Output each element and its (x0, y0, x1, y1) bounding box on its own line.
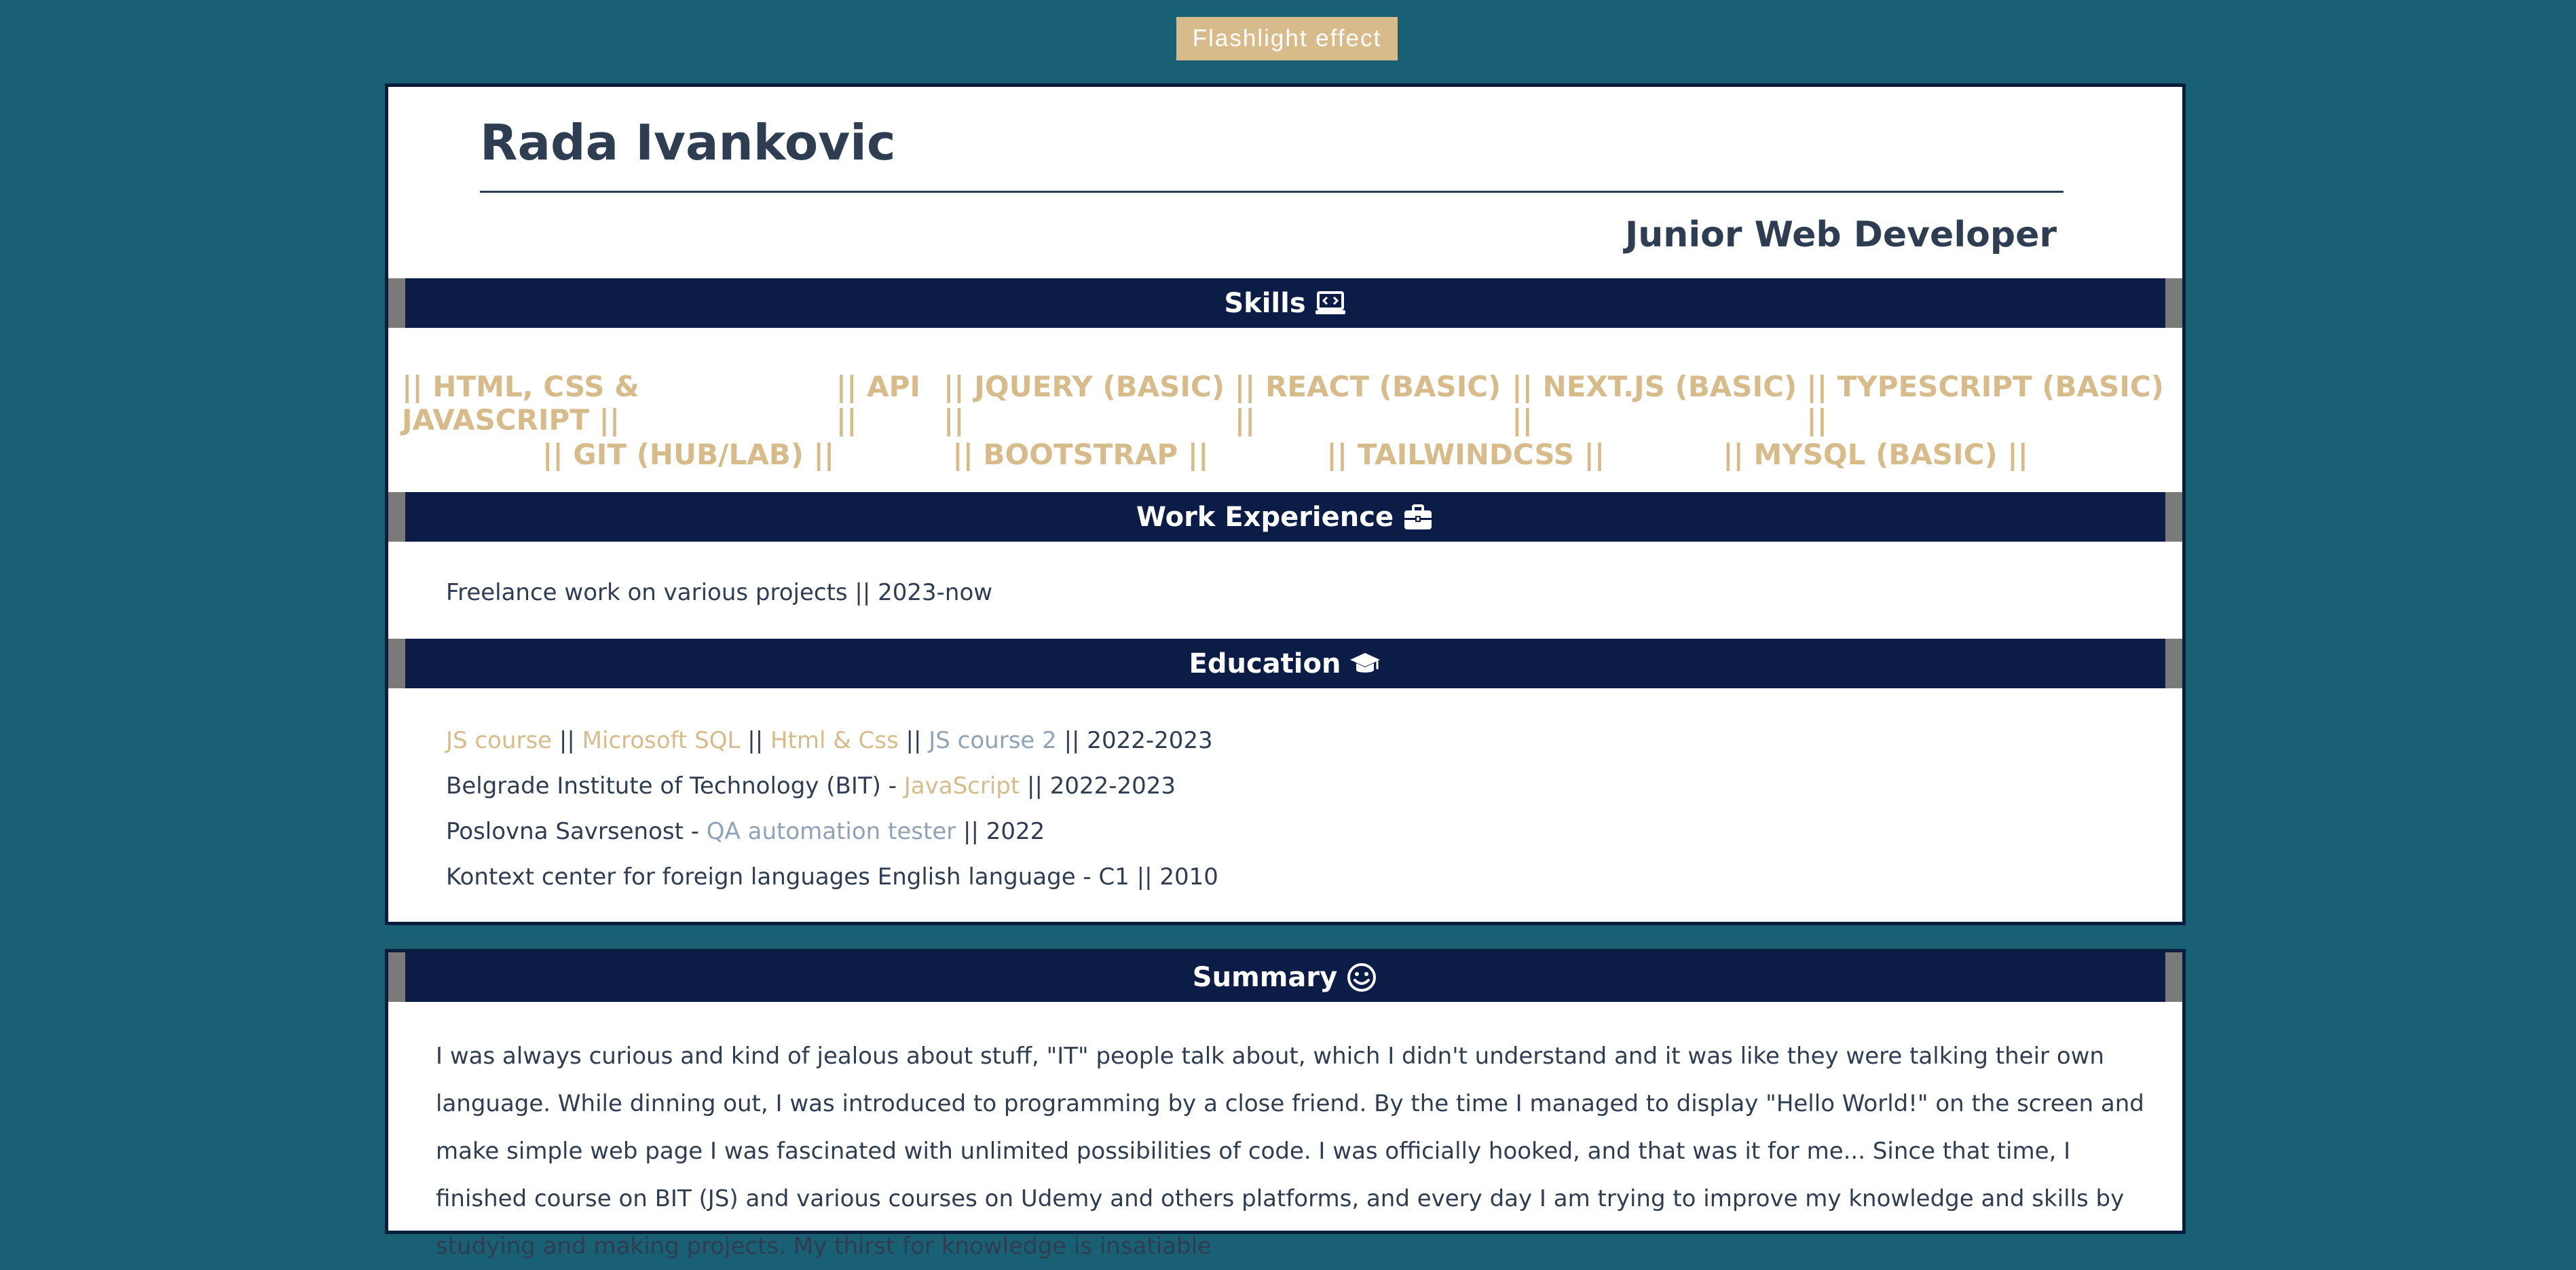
person-name: Rada Ivankovic (480, 114, 896, 171)
education-entry-qa: Poslovna Savrsenost - QA automation test… (446, 818, 1045, 845)
skill-item: || BOOTSTRAP || (952, 438, 1209, 471)
education-title: Education (1189, 648, 1341, 679)
skill-item: || MYSQL (BASIC) || (1723, 438, 2028, 471)
education-entry-english: Kontext center for foreign languages Eng… (446, 863, 1218, 891)
education-dates: || 2022-2023 (1020, 772, 1176, 800)
education-entry-courses: JS course || Microsoft SQL || Html & Css… (446, 727, 1213, 754)
skills-row-2: || GIT (HUB/LAB) || || BOOTSTRAP || || T… (388, 438, 2182, 471)
smile-icon (1347, 963, 1377, 992)
work-experience-entry: Freelance work on various projects || 20… (446, 579, 993, 606)
skill-item: || TAILWINDCSS || (1326, 438, 1605, 471)
flashlight-effect-button[interactable]: Flashlight effect (1176, 17, 1398, 60)
education-dates: || 2022 (956, 818, 1045, 845)
work-experience-section-header: Work Experience (388, 492, 2182, 542)
graduation-cap-icon (1350, 652, 1381, 673)
skills-section-header: Skills (388, 278, 2182, 328)
javascript-link[interactable]: JavaScript (904, 772, 1020, 800)
briefcase-icon (1404, 504, 1432, 529)
skill-item: || GIT (HUB/LAB) || (542, 438, 835, 471)
js-course-link[interactable]: JS course (446, 727, 552, 754)
skill-item: || API || (836, 370, 920, 436)
work-experience-title: Work Experience (1136, 501, 1394, 533)
js-course-2-link[interactable]: JS course 2 (929, 727, 1057, 754)
summary-title: Summary (1192, 961, 1338, 993)
separator: || (552, 727, 582, 754)
microsoft-sql-link[interactable]: Microsoft SQL (582, 727, 741, 754)
separator: || (898, 727, 929, 754)
institution-name: Poslovna Savrsenost - (446, 818, 707, 845)
summary-paragraph: I was always curious and kind of jealous… (436, 1043, 2144, 1260)
skill-item: || REACT (BASIC) || (1234, 370, 1501, 436)
summary-card: Summary I was always curious and kind of… (385, 949, 2186, 1260)
education-dates: || 2022-2023 (1056, 727, 1213, 754)
education-section-header: Education (388, 639, 2182, 688)
qa-automation-tester-link[interactable]: QA automation tester (707, 818, 956, 845)
skill-item: || HTML, CSS & JAVASCRIPT || (402, 370, 639, 436)
skill-item: || TYPESCRIPT (BASIC) || (1806, 370, 2164, 436)
separator: || (740, 727, 770, 754)
job-title: Junior Web Developer (1624, 214, 2057, 255)
header-divider (480, 191, 2064, 193)
education-entry-bit: Belgrade Institute of Technology (BIT) -… (446, 772, 1176, 800)
cv-main-card: Rada Ivankovic Junior Web Developer Skil… (385, 83, 2186, 925)
laptop-code-icon (1315, 291, 1345, 314)
skill-item: || NEXT.JS (BASIC) || (1512, 370, 1797, 436)
skill-item: || JQUERY (BASIC) || (943, 370, 1225, 436)
skills-title: Skills (1224, 287, 1306, 319)
summary-section-header: Summary (388, 952, 2182, 1002)
skills-row-1: || HTML, CSS & JAVASCRIPT || || API || |… (388, 370, 2182, 436)
html-css-link[interactable]: Html & Css (770, 727, 899, 754)
institution-name: Belgrade Institute of Technology (BIT) - (446, 772, 904, 800)
